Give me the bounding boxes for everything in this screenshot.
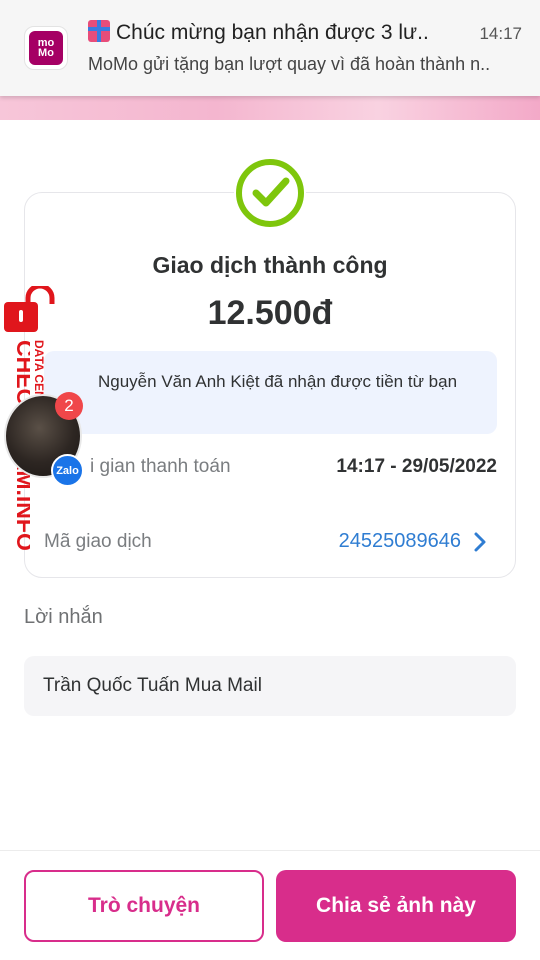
amount: 12.500đ <box>207 294 333 332</box>
chat-button[interactable]: Trò chuyện <box>24 870 264 942</box>
notification-title-text: Chúc mừng bạn nhận được 3 lư.. <box>116 21 429 44</box>
momo-app-icon: mo Mo <box>24 26 68 70</box>
transaction-id-label: Mã giao dịch <box>44 531 152 552</box>
gift-icon <box>88 20 110 42</box>
share-image-button[interactable]: Chia sẻ ảnh này <box>276 870 516 942</box>
transaction-id-value[interactable]: 24525089646 <box>339 530 461 553</box>
push-notification[interactable]: mo Mo Chúc mừng bạn nhận được 3 lư.. 14:… <box>0 0 540 96</box>
status-title: Giao dịch thành công <box>152 252 388 278</box>
page: mo Mo Chúc mừng bạn nhận được 3 lư.. 14:… <box>0 0 540 960</box>
recipient-note: Nguyễn Văn Anh Kiệt đã nhận được tiền từ… <box>98 372 458 391</box>
zalo-logo-icon: Zalo <box>51 454 84 487</box>
payment-time-value: 14:17 - 29/05/2022 <box>336 456 497 477</box>
notification-body: MoMo gửi tặng bạn lượt quay vì đã hoàn t… <box>88 54 491 74</box>
footer-divider <box>0 850 540 851</box>
lock-icon <box>4 286 55 332</box>
payment-time-label: i gian thanh toán <box>90 456 231 477</box>
check-circle-icon <box>234 157 306 229</box>
notification-time: 14:17 <box>479 24 522 43</box>
message-label: Lời nhắn <box>24 606 103 628</box>
message-text: Trần Quốc Tuấn Mua Mail <box>43 675 262 696</box>
chevron-right-icon[interactable] <box>470 530 490 554</box>
notification-title: Chúc mừng bạn nhận được 3 lư.. <box>88 20 468 45</box>
momo-logo: mo Mo <box>29 31 63 65</box>
unread-badge: 2 <box>55 392 83 420</box>
